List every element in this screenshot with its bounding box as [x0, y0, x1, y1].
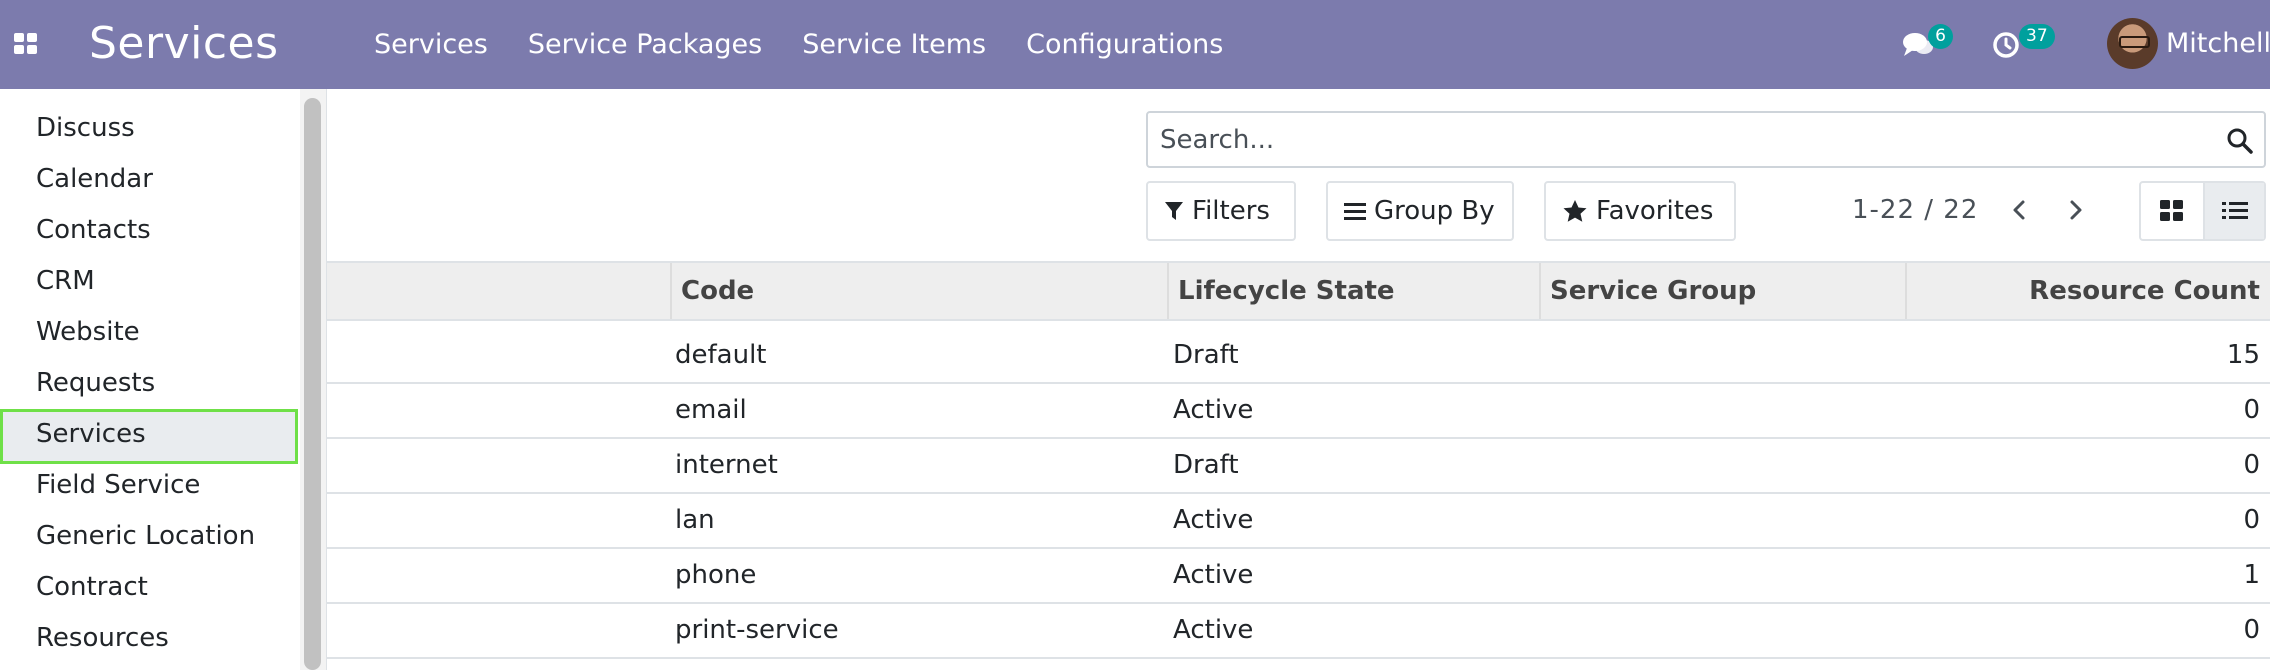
cell-code: default — [675, 340, 767, 370]
table-row[interactable]: internet Draft 0 — [327, 439, 2270, 494]
pager-previous-button[interactable] — [2006, 196, 2034, 224]
column-header-code[interactable]: Code — [670, 263, 1167, 319]
filters-label: Filters — [1192, 196, 1270, 226]
cell-lifecycle-state: Active — [1173, 505, 1254, 535]
kanban-grid-icon — [2160, 200, 2183, 221]
filter-funnel-icon — [1165, 202, 1183, 220]
table-row[interactable]: email Active 0 — [327, 384, 2270, 439]
column-header-service-group[interactable]: Service Group — [1539, 263, 1905, 319]
sidebar-item-crm[interactable]: CRM — [0, 256, 298, 307]
user-name[interactable]: Mitchell — [2166, 26, 2270, 62]
cell-resource-count: 0 — [2243, 505, 2260, 535]
cell-resource-count: 0 — [2243, 615, 2260, 645]
favorites-button[interactable]: Favorites — [1544, 181, 1736, 241]
cell-code: email — [675, 395, 747, 425]
apps-menu-icon[interactable] — [14, 33, 38, 55]
top-navbar: Services Services Service Packages Servi… — [0, 0, 2270, 89]
column-header-resource-count[interactable]: Resource Count — [1905, 263, 2270, 319]
sidebar-item-contract[interactable]: Contract — [0, 562, 298, 613]
top-menu: Services Service Packages Service Items … — [374, 0, 1263, 89]
activities-systray[interactable]: 37 — [1991, 24, 2061, 66]
sidebar-item-requests[interactable]: Requests — [0, 358, 298, 409]
sidebar-item-generic-location[interactable]: Generic Location — [0, 511, 298, 562]
cell-lifecycle-state: Active — [1173, 395, 1254, 425]
user-avatar[interactable] — [2107, 18, 2158, 69]
cell-code: phone — [675, 560, 757, 590]
table-row[interactable]: print-service Active 0 — [327, 604, 2270, 659]
activities-count-badge: 37 — [2019, 24, 2055, 49]
column-header-lifecycle-state[interactable]: Lifecycle State — [1167, 263, 1539, 319]
cell-lifecycle-state: Active — [1173, 560, 1254, 590]
search-icon[interactable] — [2226, 127, 2254, 155]
group-by-label: Group By — [1374, 196, 1495, 226]
table-row[interactable]: lan Active 0 — [327, 494, 2270, 549]
cell-resource-count: 1 — [2243, 560, 2260, 590]
favorites-label: Favorites — [1596, 196, 1714, 226]
sidebar-item-contacts[interactable]: Contacts — [0, 205, 298, 256]
sidebar-item-services[interactable]: Services — [0, 409, 298, 464]
chevron-left-icon — [2013, 200, 2025, 220]
menu-item-configurations[interactable]: Configurations — [1026, 29, 1223, 60]
cell-code: internet — [675, 450, 778, 480]
menu-item-service-packages[interactable]: Service Packages — [528, 29, 762, 60]
sidebar-item-website[interactable]: Website — [0, 307, 298, 358]
sidebar-item-field-service[interactable]: Field Service — [0, 460, 298, 511]
sidebar-scrollbar-thumb[interactable] — [304, 98, 321, 670]
cell-code: print-service — [675, 615, 839, 645]
pager-value[interactable]: 1-22 / 22 — [1852, 192, 1978, 228]
cell-resource-count: 15 — [2226, 340, 2260, 370]
app-brand-title[interactable]: Services — [89, 17, 279, 71]
sidebar-item-calendar[interactable]: Calendar — [0, 154, 298, 205]
cell-lifecycle-state: Draft — [1173, 450, 1239, 480]
table-header: Code Lifecycle State Service Group Resou… — [327, 261, 2270, 321]
sidebar: Discuss Calendar Contacts CRM Website Re… — [0, 89, 300, 670]
cell-lifecycle-state: Draft — [1173, 340, 1239, 370]
cell-resource-count: 0 — [2243, 450, 2260, 480]
cell-code: lan — [675, 505, 715, 535]
chevron-right-icon — [2070, 200, 2082, 220]
group-by-button[interactable]: Group By — [1326, 181, 1514, 241]
menu-item-service-items[interactable]: Service Items — [802, 29, 986, 60]
view-switcher — [2139, 181, 2266, 241]
cell-resource-count: 0 — [2243, 395, 2260, 425]
list-view-button[interactable] — [2203, 183, 2264, 239]
sidebar-item-resources[interactable]: Resources — [0, 613, 298, 664]
list-icon — [2221, 202, 2248, 219]
pager-next-button[interactable] — [2061, 196, 2089, 224]
table-row[interactable]: phone Active 1 — [327, 549, 2270, 604]
clock-icon — [1993, 32, 2019, 58]
filters-button[interactable]: Filters — [1146, 181, 1296, 241]
messages-systray[interactable]: 6 — [1902, 24, 1962, 66]
column-header-name[interactable] — [327, 263, 670, 319]
search-input[interactable] — [1160, 113, 2200, 166]
search-box[interactable] — [1146, 111, 2266, 168]
star-icon — [1563, 200, 1587, 222]
kanban-view-button[interactable] — [2141, 183, 2203, 239]
cell-lifecycle-state: Active — [1173, 615, 1254, 645]
table-row[interactable]: default Draft 15 — [327, 329, 2270, 384]
menu-item-services[interactable]: Services — [374, 29, 488, 60]
messages-count-badge: 6 — [1928, 24, 1953, 49]
bars-icon — [1344, 203, 1366, 220]
sidebar-item-discuss[interactable]: Discuss — [0, 103, 298, 154]
